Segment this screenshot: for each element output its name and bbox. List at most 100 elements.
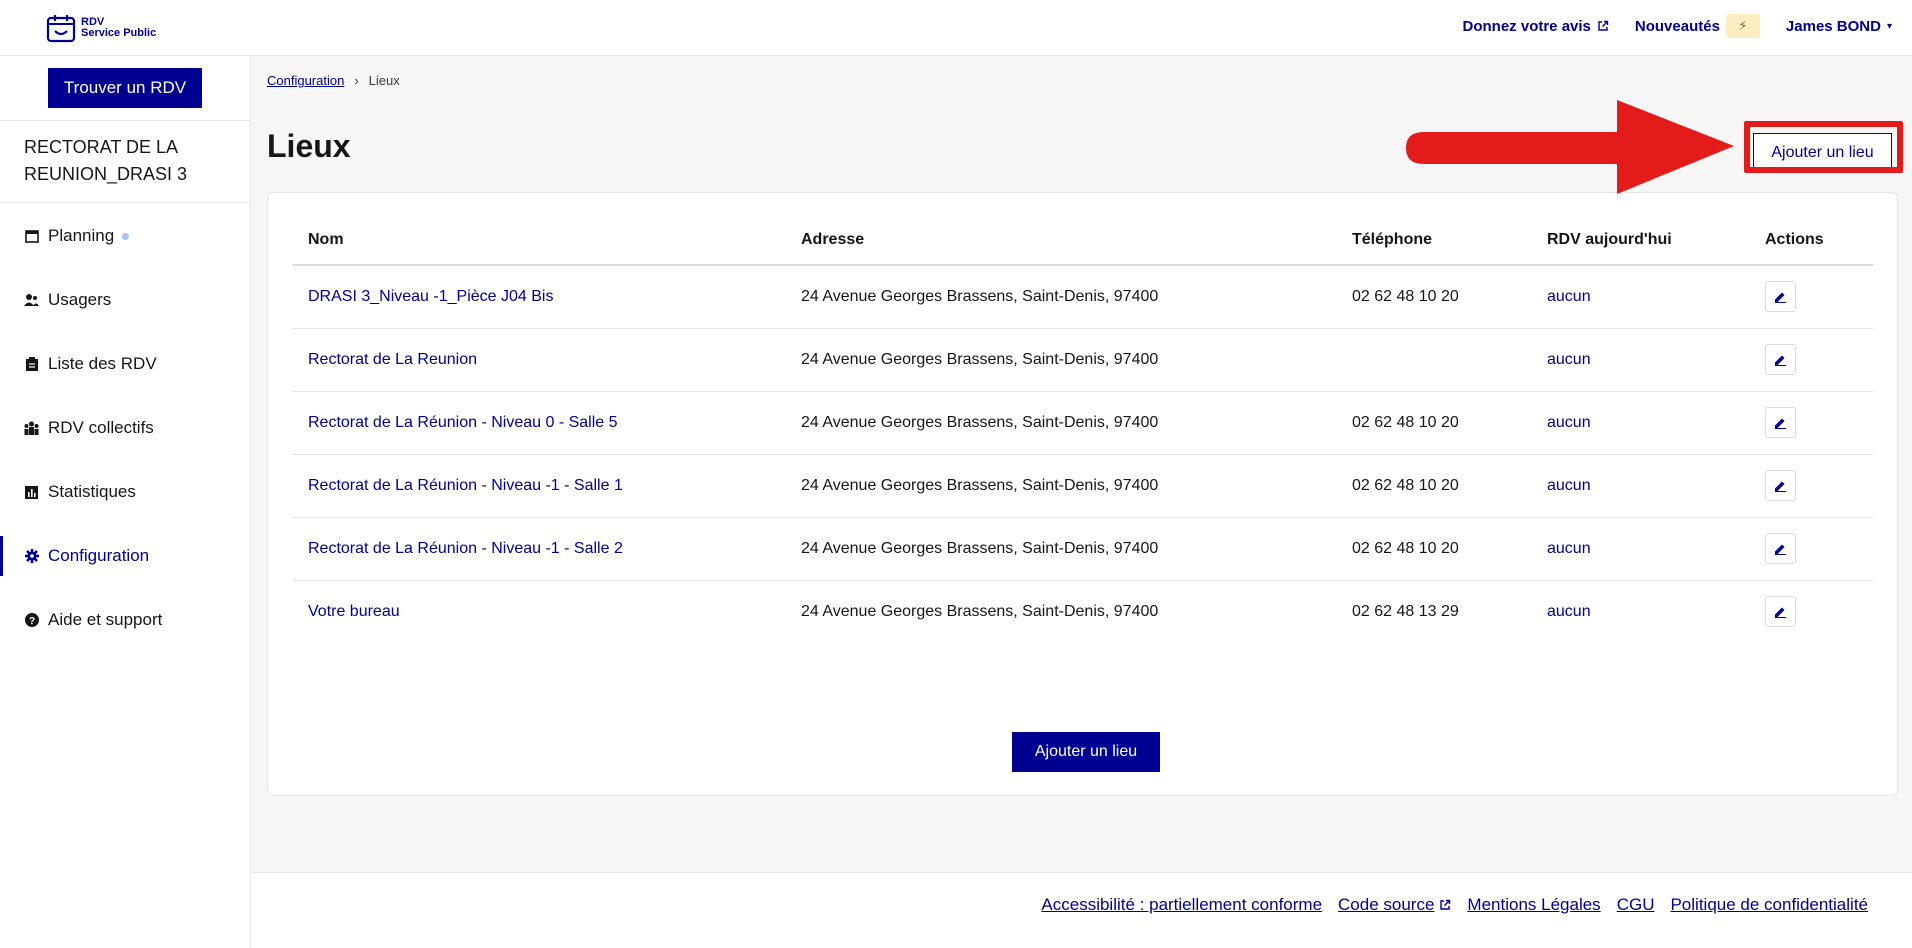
breadcrumb: Configuration › Lieux [267, 73, 400, 88]
calendar-icon [24, 229, 39, 244]
feedback-link[interactable]: Donnez votre avis [1463, 18, 1609, 35]
footer-link-code-source[interactable]: Code source [1338, 895, 1451, 915]
logo-line-2: Service Public [81, 27, 157, 39]
lieu-rdv-today-link[interactable]: aucun [1531, 580, 1749, 643]
find-rdv-button[interactable]: Trouver un RDV [48, 68, 202, 108]
lieu-address: 24 Avenue Georges Brassens, Saint-Denis,… [785, 454, 1336, 518]
lieu-address: 24 Avenue Georges Brassens, Saint-Denis,… [785, 265, 1336, 329]
top-header: RDV Service Public Donnez votre avis Nou… [0, 0, 1912, 56]
sidebar-item-label: Configuration [48, 546, 150, 565]
pencil-icon [1775, 292, 1786, 304]
edit-button[interactable] [1765, 533, 1796, 564]
calendar-logo-icon [46, 15, 76, 43]
lieu-actions [1749, 454, 1873, 518]
lightning-icon: ⚡ [1725, 14, 1760, 38]
sidebar-item-liste-rdv[interactable]: Liste des RDV [0, 334, 251, 394]
lieu-actions [1749, 517, 1873, 581]
svg-text:?: ? [28, 616, 34, 627]
lieu-rdv-today-link[interactable]: aucun [1531, 454, 1749, 518]
external-link-icon [1598, 20, 1609, 31]
news-label: Nouveautés [1634, 17, 1720, 35]
lieux-card: Nom Adresse Téléphone RDV aujourd'hui Ac… [267, 192, 1898, 796]
lieu-name-link[interactable]: DRASI 3_Niveau -1_Pièce J04 Bis [292, 265, 785, 329]
rdv-logo[interactable]: RDV Service Public [46, 13, 156, 43]
sidebar-item-configuration[interactable]: Configuration [0, 526, 251, 586]
edit-button[interactable] [1765, 596, 1796, 628]
edit-button[interactable] [1765, 407, 1796, 438]
organisation-name[interactable]: RECTORAT DE LA REUNION_DRASI 3 [24, 134, 224, 188]
lieu-address: 24 Avenue Georges Brassens, Saint-Denis,… [801, 602, 1159, 620]
lieu-rdv-today-link[interactable]: aucun [1531, 265, 1749, 329]
lieu-name-link[interactable]: Rectorat de La Réunion - Niveau 0 - Sall… [292, 391, 785, 455]
chart-icon [24, 485, 39, 500]
users-icon [24, 293, 39, 308]
table-row: Rectorat de La Réunion - Niveau 0 - Sall… [292, 391, 1873, 455]
lieu-name-link[interactable]: Votre bureau [292, 580, 785, 643]
sidebar-divider [0, 202, 251, 203]
clipboard-icon [24, 357, 39, 372]
table-row: Votre bureau 24 Avenue Georges Brassens,… [292, 580, 1873, 643]
table-row: Rectorat de La Réunion - Niveau -1 - Sal… [292, 517, 1873, 581]
breadcrumb-current: Lieux [368, 73, 400, 88]
notification-dot [122, 232, 130, 240]
sidebar-item-label: Aide et support [48, 610, 163, 629]
column-header-telephone: Téléphone [1336, 215, 1531, 266]
lieu-address: 24 Avenue Georges Brassens, Saint-Denis,… [785, 391, 1336, 455]
lieu-actions [1749, 391, 1873, 455]
lieu-name-link[interactable]: Rectorat de La Reunion [292, 328, 785, 392]
lieu-phone: 02 62 48 10 20 [1336, 517, 1531, 581]
footer-links: Accessibilité : partiellement conforme C… [1041, 895, 1868, 915]
table-header-row: Nom Adresse Téléphone RDV aujourd'hui Ac… [292, 215, 1873, 266]
lieu-rdv-today-link[interactable]: aucun [1531, 328, 1749, 392]
sidebar-item-usagers[interactable]: Usagers [0, 270, 251, 330]
lieu-phone: 02 62 48 10 20 [1336, 454, 1531, 518]
add-lieu-button-bottom[interactable]: Ajouter un lieu [1012, 732, 1160, 772]
footer-link-confidentialite[interactable]: Politique de confidentialité [1670, 895, 1868, 915]
header-links: Donnez votre avis Nouveautés ⚡ James BON… [1463, 0, 1892, 52]
annotation-highlight-box [1744, 121, 1903, 173]
user-menu[interactable]: James BOND ▾ [1786, 18, 1892, 35]
sidebar-item-rdv-collectifs[interactable]: RDV collectifs [0, 398, 251, 458]
gear-icon [24, 549, 39, 564]
lieu-address: 24 Avenue Georges Brassens, Saint-Denis,… [785, 517, 1336, 581]
pencil-icon [1775, 355, 1786, 366]
sidebar-item-label: Planning [48, 226, 115, 245]
footer: Accessibilité : partiellement conforme C… [252, 872, 1912, 948]
edit-button[interactable] [1765, 281, 1796, 313]
lieu-rdv-today-link[interactable]: aucun [1531, 517, 1749, 581]
chevron-down-icon: ▾ [1886, 20, 1892, 32]
table-row: Rectorat de La Reunion 24 Avenue Georges… [292, 328, 1873, 392]
sidebar-item-label: Liste des RDV [48, 354, 157, 373]
lieu-name-link[interactable]: Rectorat de La Réunion - Niveau -1 - Sal… [292, 517, 785, 581]
external-link-icon [1440, 899, 1451, 910]
sidebar-item-aide[interactable]: ? Aide et support [0, 590, 251, 650]
footer-link-cgu[interactable]: CGU [1617, 895, 1655, 915]
lieu-phone: 02 62 48 13 29 [1352, 602, 1459, 620]
sidebar: Trouver un RDV RECTORAT DE LA REUNION_DR… [0, 56, 251, 948]
lieu-phone: 02 62 48 10 20 [1336, 265, 1531, 329]
sidebar-item-statistiques[interactable]: Statistiques [0, 462, 251, 522]
feedback-label: Donnez votre avis [1462, 17, 1591, 35]
lieu-rdv-today-link[interactable]: aucun [1531, 391, 1749, 455]
edit-button[interactable] [1765, 470, 1796, 501]
lieu-phone: 02 62 48 10 20 [1336, 391, 1531, 455]
breadcrumb-configuration[interactable]: Configuration [267, 73, 344, 88]
footer-link-mentions-legales[interactable]: Mentions Légales [1467, 895, 1600, 915]
user-name: James BOND [1785, 17, 1881, 35]
group-icon [24, 421, 39, 436]
column-header-adresse: Adresse [785, 215, 1336, 266]
pencil-icon [1775, 418, 1786, 429]
news-link[interactable]: Nouveautés ⚡ [1635, 14, 1760, 38]
table-row: DRASI 3_Niveau -1_Pièce J04 Bis 24 Avenu… [292, 265, 1873, 329]
table-row: Rectorat de La Réunion - Niveau -1 - Sal… [292, 454, 1873, 518]
lieu-actions [1749, 265, 1873, 329]
annotation-arrow-icon [1406, 100, 1734, 194]
footer-link-accessibilite[interactable]: Accessibilité : partiellement conforme [1041, 895, 1322, 915]
sidebar-item-label: RDV collectifs [48, 418, 154, 437]
lieu-actions [1749, 328, 1873, 392]
edit-button[interactable] [1765, 344, 1796, 375]
lieu-name-link[interactable]: Rectorat de La Réunion - Niveau -1 - Sal… [292, 454, 785, 518]
pencil-icon [1775, 544, 1786, 555]
sidebar-item-planning[interactable]: Planning [0, 206, 251, 266]
sidebar-divider [0, 120, 251, 121]
